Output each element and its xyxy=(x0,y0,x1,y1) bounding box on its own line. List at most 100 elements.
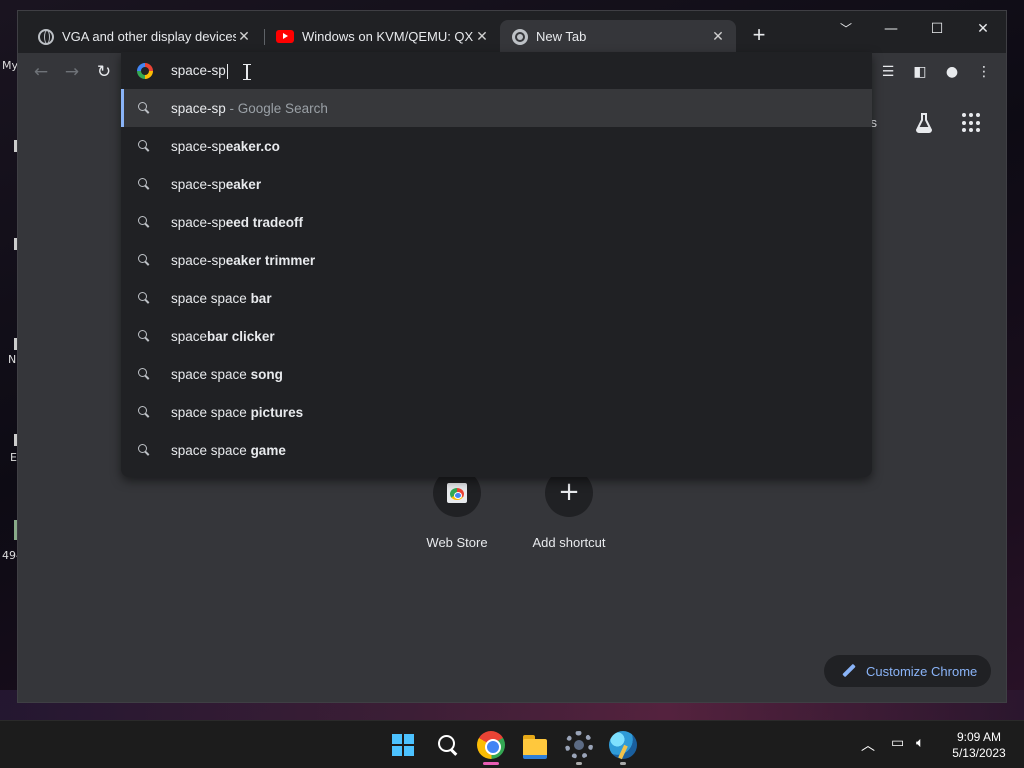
suggestion-typed-text: space-sp xyxy=(171,176,226,192)
running-app-indicator xyxy=(620,762,626,765)
network-icon[interactable]: ▭ xyxy=(891,735,904,751)
suggestion-typed-text: space-sp xyxy=(171,252,226,268)
close-icon[interactable]: ✕ xyxy=(710,28,726,45)
media-control-icon[interactable]: ☰ xyxy=(878,62,898,82)
suggestion-typed-text: space space xyxy=(171,366,251,382)
web-store-icon xyxy=(447,483,467,503)
search-icon xyxy=(138,102,150,114)
maximize-icon[interactable]: ☐ xyxy=(914,15,960,43)
side-panel-icon[interactable]: ◧ xyxy=(910,62,930,82)
file-explorer-icon[interactable] xyxy=(521,731,549,759)
search-icon xyxy=(138,178,150,190)
omnibox-suggestion[interactable]: space space song xyxy=(121,355,872,393)
menu-icon[interactable]: ⋮ xyxy=(974,62,994,82)
system-clock[interactable]: 9:09 AM 5/13/2023 xyxy=(944,729,1014,761)
omnibox-suggestion[interactable]: space-sp eed tradeoff xyxy=(121,203,872,241)
suggestion-typed-text: space-sp xyxy=(171,100,226,116)
youtube-icon xyxy=(276,30,294,43)
chrome-icon xyxy=(512,28,528,45)
suggestion-typed-text: space-sp xyxy=(171,214,226,230)
profile-icon[interactable]: ● xyxy=(942,62,962,82)
desktop-icon-label[interactable]: E xyxy=(10,451,17,464)
volume-icon[interactable]: 🔈︎ xyxy=(916,735,924,751)
omnibox-suggestion[interactable]: space-sp eaker xyxy=(121,165,872,203)
search-icon xyxy=(138,330,150,342)
close-icon[interactable]: ✕ xyxy=(474,28,490,45)
text-cursor-icon xyxy=(243,64,251,80)
clock-time: 9:09 AM xyxy=(956,730,1002,744)
suggestion-completion: eaker xyxy=(225,176,262,192)
suggestion-completion: bar xyxy=(250,290,272,306)
taskbar: ︿ ▭ 🔈︎ 9:09 AM 5/13/2023 xyxy=(0,720,1024,768)
omnibox-suggestion[interactable]: space bar clicker xyxy=(121,317,872,355)
omnibox-suggestion[interactable]: space-sp - Google Search xyxy=(121,89,872,127)
search-icon xyxy=(138,292,150,304)
suggestion-completion: eaker.co xyxy=(225,138,280,154)
search-icon xyxy=(138,254,150,266)
minimize-icon[interactable]: — xyxy=(868,15,914,43)
suggestion-completion: eed tradeoff xyxy=(225,214,304,230)
chevron-down-icon[interactable]: ﹀ xyxy=(823,15,869,43)
tab-windows-kvm[interactable]: Windows on KVM/QEMU: QXL G ✕ xyxy=(264,20,500,53)
close-icon[interactable]: ✕ xyxy=(236,28,252,45)
shortcut-web-store[interactable]: Web Store xyxy=(401,469,513,550)
omnibox-suggestion[interactable]: space space game xyxy=(121,431,872,469)
chevron-up-icon[interactable]: ︿ xyxy=(861,735,875,755)
suggestion-typed-text: space space xyxy=(171,404,251,420)
omnibox-suggestion[interactable]: space space bar xyxy=(121,279,872,317)
close-icon[interactable]: ✕ xyxy=(960,15,1006,43)
forward-icon[interactable]: → xyxy=(62,62,82,82)
reload-icon[interactable]: ↻ xyxy=(94,62,114,82)
tab-strip: VGA and other display devices in ✕ Windo… xyxy=(18,11,1006,53)
search-icon xyxy=(138,216,150,228)
tab-title: VGA and other display devices in xyxy=(62,29,236,44)
google-icon xyxy=(137,63,153,79)
start-icon[interactable] xyxy=(389,731,417,759)
suggestion-typed-text: space-sp xyxy=(171,138,226,154)
paint-icon[interactable] xyxy=(609,731,637,759)
pencil-icon xyxy=(842,664,856,678)
omnibox-suggestion[interactable]: space-sp eaker.co xyxy=(121,127,872,165)
suggestion-completion: game xyxy=(250,442,286,458)
omnibox-popup: space-sp space-sp - Google Search space-s… xyxy=(121,52,872,477)
customize-chrome-button[interactable]: Customize Chrome xyxy=(824,655,991,687)
suggestion-typed-text: space space xyxy=(171,442,251,458)
desktop-icon-label[interactable]: My xyxy=(2,59,18,72)
tab-title: New Tab xyxy=(536,29,587,44)
suggestion-completion: pictures xyxy=(250,404,304,420)
suggestion-typed-text: space space xyxy=(171,290,251,306)
desktop-icon-label[interactable]: N xyxy=(8,353,16,366)
tab-vga-devices[interactable]: VGA and other display devices in ✕ xyxy=(26,20,262,53)
address-input[interactable]: space-sp xyxy=(171,63,228,79)
suggestion-completion: eaker trimmer xyxy=(225,252,316,268)
shortcut-label: Web Store xyxy=(426,535,488,550)
tab-new-tab[interactable]: New Tab ✕ xyxy=(500,20,736,53)
omnibox-suggestion[interactable]: space-sp eaker trimmer xyxy=(121,241,872,279)
new-tab-button[interactable]: + xyxy=(748,24,770,47)
search-icon[interactable] xyxy=(433,731,461,759)
search-icon xyxy=(138,140,150,152)
settings-icon[interactable] xyxy=(565,731,593,759)
apps-grid-icon[interactable] xyxy=(962,113,982,133)
customize-chrome-label: Customize Chrome xyxy=(866,663,978,679)
back-icon[interactable]: ← xyxy=(31,62,51,82)
suggestion-list: space-sp - Google Search space-sp eaker.co… xyxy=(121,89,872,469)
active-app-indicator xyxy=(483,762,499,765)
tab-title: Windows on KVM/QEMU: QXL G xyxy=(302,29,474,44)
omnibox-suggestion[interactable]: space space pictures xyxy=(121,393,872,431)
address-bar[interactable]: space-sp xyxy=(121,52,872,90)
search-icon xyxy=(138,368,150,380)
suggestion-typed-text: space xyxy=(171,328,208,344)
shortcut-add[interactable]: + Add shortcut xyxy=(513,469,625,550)
search-icon xyxy=(138,406,150,418)
suggestion-completion: bar clicker xyxy=(207,328,275,344)
chrome-icon[interactable] xyxy=(477,731,505,759)
shortcut-label: Add shortcut xyxy=(532,535,606,550)
labs-flask-icon[interactable] xyxy=(912,111,936,135)
search-icon xyxy=(138,444,150,456)
running-app-indicator xyxy=(576,762,582,765)
suggestion-suffix: - Google Search xyxy=(225,100,328,116)
clock-date: 5/13/2023 xyxy=(952,746,1006,760)
globe-icon xyxy=(38,28,54,45)
suggestion-completion: song xyxy=(250,366,283,382)
